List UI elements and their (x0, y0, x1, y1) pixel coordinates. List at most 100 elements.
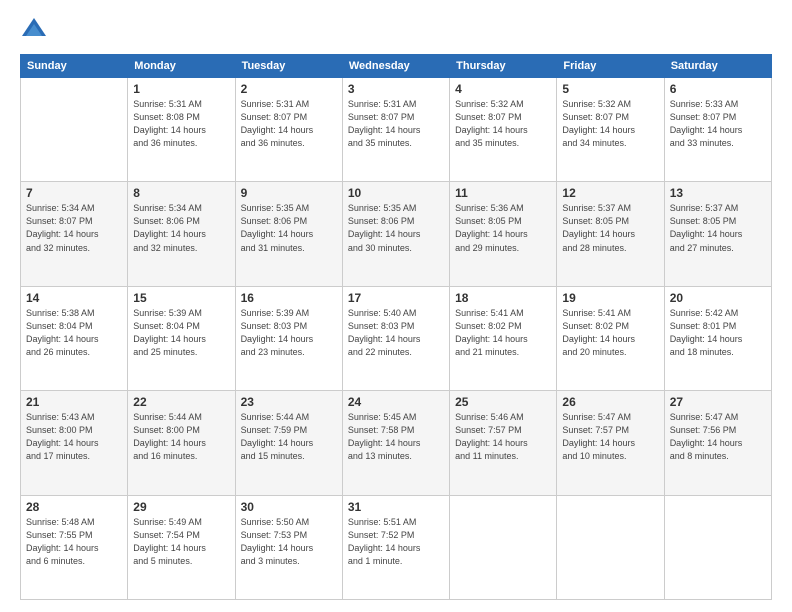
day-info: Sunrise: 5:44 AM Sunset: 8:00 PM Dayligh… (133, 411, 229, 463)
day-info: Sunrise: 5:38 AM Sunset: 8:04 PM Dayligh… (26, 307, 122, 359)
calendar-cell: 18 Sunrise: 5:41 AM Sunset: 8:02 PM Dayli… (450, 286, 557, 390)
logo (20, 16, 52, 44)
calendar-cell: 30 Sunrise: 5:50 AM Sunset: 7:53 PM Dayli… (235, 495, 342, 599)
calendar-cell: 29 Sunrise: 5:49 AM Sunset: 7:54 PM Dayli… (128, 495, 235, 599)
day-number: 19 (562, 291, 658, 305)
day-info: Sunrise: 5:46 AM Sunset: 7:57 PM Dayligh… (455, 411, 551, 463)
day-info: Sunrise: 5:48 AM Sunset: 7:55 PM Dayligh… (26, 516, 122, 568)
calendar-cell: 5Sunrise: 5:32 AM Sunset: 8:07 PM Daylig… (557, 78, 664, 182)
calendar-cell: 9 Sunrise: 5:35 AM Sunset: 8:06 PM Daylig… (235, 182, 342, 286)
day-number: 29 (133, 500, 229, 514)
day-number: 4 (455, 82, 551, 96)
day-info: Sunrise: 5:51 AM Sunset: 7:52 PM Dayligh… (348, 516, 444, 568)
week-row-2: 7 Sunrise: 5:34 AM Sunset: 8:07 PM Daylig… (21, 182, 772, 286)
weekday-header-row: SundayMondayTuesdayWednesdayThursdayFrid… (21, 55, 772, 78)
day-number: 6 (670, 82, 766, 96)
day-number: 18 (455, 291, 551, 305)
day-number: 8 (133, 186, 229, 200)
weekday-header-wednesday: Wednesday (342, 55, 449, 78)
weekday-header-friday: Friday (557, 55, 664, 78)
day-number: 10 (348, 186, 444, 200)
calendar-cell: 13 Sunrise: 5:37 AM Sunset: 8:05 PM Dayli… (664, 182, 771, 286)
day-info: Sunrise: 5:31 AM Sunset: 8:08 PM Dayligh… (133, 98, 229, 150)
day-number: 9 (241, 186, 337, 200)
day-info: Sunrise: 5:32 AM Sunset: 8:07 PM Dayligh… (562, 98, 658, 150)
calendar-cell (21, 78, 128, 182)
day-info: Sunrise: 5:40 AM Sunset: 8:03 PM Dayligh… (348, 307, 444, 359)
calendar-cell: 11 Sunrise: 5:36 AM Sunset: 8:05 PM Dayli… (450, 182, 557, 286)
calendar-cell (557, 495, 664, 599)
calendar-cell: 16Sunrise: 5:39 AM Sunset: 8:03 PM Dayli… (235, 286, 342, 390)
day-number: 20 (670, 291, 766, 305)
day-info: Sunrise: 5:35 AM Sunset: 8:06 PM Dayligh… (348, 202, 444, 254)
page: SundayMondayTuesdayWednesdayThursdayFrid… (0, 0, 792, 612)
calendar-cell: 3 Sunrise: 5:31 AM Sunset: 8:07 PM Daylig… (342, 78, 449, 182)
week-row-3: 14 Sunrise: 5:38 AM Sunset: 8:04 PM Dayli… (21, 286, 772, 390)
calendar-cell: 7 Sunrise: 5:34 AM Sunset: 8:07 PM Daylig… (21, 182, 128, 286)
day-info: Sunrise: 5:39 AM Sunset: 8:04 PM Dayligh… (133, 307, 229, 359)
calendar-cell: 19 Sunrise: 5:41 AM Sunset: 8:02 PM Dayli… (557, 286, 664, 390)
weekday-header-saturday: Saturday (664, 55, 771, 78)
day-number: 30 (241, 500, 337, 514)
day-number: 27 (670, 395, 766, 409)
day-info: Sunrise: 5:37 AM Sunset: 8:05 PM Dayligh… (562, 202, 658, 254)
calendar-cell: 24Sunrise: 5:45 AM Sunset: 7:58 PM Dayli… (342, 391, 449, 495)
calendar-cell: 27 Sunrise: 5:47 AM Sunset: 7:56 PM Dayli… (664, 391, 771, 495)
day-number: 31 (348, 500, 444, 514)
day-number: 26 (562, 395, 658, 409)
weekday-header-tuesday: Tuesday (235, 55, 342, 78)
weekday-header-thursday: Thursday (450, 55, 557, 78)
calendar-cell: 17 Sunrise: 5:40 AM Sunset: 8:03 PM Dayli… (342, 286, 449, 390)
day-info: Sunrise: 5:31 AM Sunset: 8:07 PM Dayligh… (348, 98, 444, 150)
calendar-cell: 8 Sunrise: 5:34 AM Sunset: 8:06 PM Daylig… (128, 182, 235, 286)
calendar-cell: 20 Sunrise: 5:42 AM Sunset: 8:01 PM Dayli… (664, 286, 771, 390)
calendar-cell: 10 Sunrise: 5:35 AM Sunset: 8:06 PM Dayli… (342, 182, 449, 286)
day-number: 11 (455, 186, 551, 200)
day-number: 28 (26, 500, 122, 514)
day-number: 23 (241, 395, 337, 409)
day-number: 2 (241, 82, 337, 96)
calendar-cell (664, 495, 771, 599)
day-number: 14 (26, 291, 122, 305)
day-number: 25 (455, 395, 551, 409)
day-number: 7 (26, 186, 122, 200)
calendar-cell (450, 495, 557, 599)
day-number: 3 (348, 82, 444, 96)
calendar-cell: 22 Sunrise: 5:44 AM Sunset: 8:00 PM Dayli… (128, 391, 235, 495)
calendar-cell: 28 Sunrise: 5:48 AM Sunset: 7:55 PM Dayli… (21, 495, 128, 599)
calendar-cell: 2Sunrise: 5:31 AM Sunset: 8:07 PM Daylig… (235, 78, 342, 182)
day-info: Sunrise: 5:37 AM Sunset: 8:05 PM Dayligh… (670, 202, 766, 254)
calendar-cell: 14 Sunrise: 5:38 AM Sunset: 8:04 PM Dayli… (21, 286, 128, 390)
day-info: Sunrise: 5:50 AM Sunset: 7:53 PM Dayligh… (241, 516, 337, 568)
calendar-cell: 25 Sunrise: 5:46 AM Sunset: 7:57 PM Dayli… (450, 391, 557, 495)
day-number: 13 (670, 186, 766, 200)
calendar-cell: 15 Sunrise: 5:39 AM Sunset: 8:04 PM Dayli… (128, 286, 235, 390)
day-info: Sunrise: 5:35 AM Sunset: 8:06 PM Dayligh… (241, 202, 337, 254)
day-info: Sunrise: 5:49 AM Sunset: 7:54 PM Dayligh… (133, 516, 229, 568)
day-info: Sunrise: 5:41 AM Sunset: 8:02 PM Dayligh… (562, 307, 658, 359)
calendar-cell: 12Sunrise: 5:37 AM Sunset: 8:05 PM Dayli… (557, 182, 664, 286)
weekday-header-sunday: Sunday (21, 55, 128, 78)
header (20, 16, 772, 44)
day-info: Sunrise: 5:45 AM Sunset: 7:58 PM Dayligh… (348, 411, 444, 463)
day-number: 22 (133, 395, 229, 409)
day-info: Sunrise: 5:44 AM Sunset: 7:59 PM Dayligh… (241, 411, 337, 463)
day-info: Sunrise: 5:39 AM Sunset: 8:03 PM Dayligh… (241, 307, 337, 359)
day-info: Sunrise: 5:42 AM Sunset: 8:01 PM Dayligh… (670, 307, 766, 359)
calendar-cell: 26 Sunrise: 5:47 AM Sunset: 7:57 PM Dayli… (557, 391, 664, 495)
calendar-cell: 31 Sunrise: 5:51 AM Sunset: 7:52 PM Dayli… (342, 495, 449, 599)
calendar-cell: 21Sunrise: 5:43 AM Sunset: 8:00 PM Dayli… (21, 391, 128, 495)
day-info: Sunrise: 5:41 AM Sunset: 8:02 PM Dayligh… (455, 307, 551, 359)
day-info: Sunrise: 5:36 AM Sunset: 8:05 PM Dayligh… (455, 202, 551, 254)
week-row-1: 1Sunrise: 5:31 AM Sunset: 8:08 PM Daylig… (21, 78, 772, 182)
day-number: 17 (348, 291, 444, 305)
day-number: 15 (133, 291, 229, 305)
day-info: Sunrise: 5:34 AM Sunset: 8:07 PM Dayligh… (26, 202, 122, 254)
day-info: Sunrise: 5:34 AM Sunset: 8:06 PM Dayligh… (133, 202, 229, 254)
calendar-cell: 23 Sunrise: 5:44 AM Sunset: 7:59 PM Dayli… (235, 391, 342, 495)
calendar-cell: 1Sunrise: 5:31 AM Sunset: 8:08 PM Daylig… (128, 78, 235, 182)
week-row-5: 28 Sunrise: 5:48 AM Sunset: 7:55 PM Dayli… (21, 495, 772, 599)
day-info: Sunrise: 5:47 AM Sunset: 7:57 PM Dayligh… (562, 411, 658, 463)
day-number: 21 (26, 395, 122, 409)
day-info: Sunrise: 5:47 AM Sunset: 7:56 PM Dayligh… (670, 411, 766, 463)
